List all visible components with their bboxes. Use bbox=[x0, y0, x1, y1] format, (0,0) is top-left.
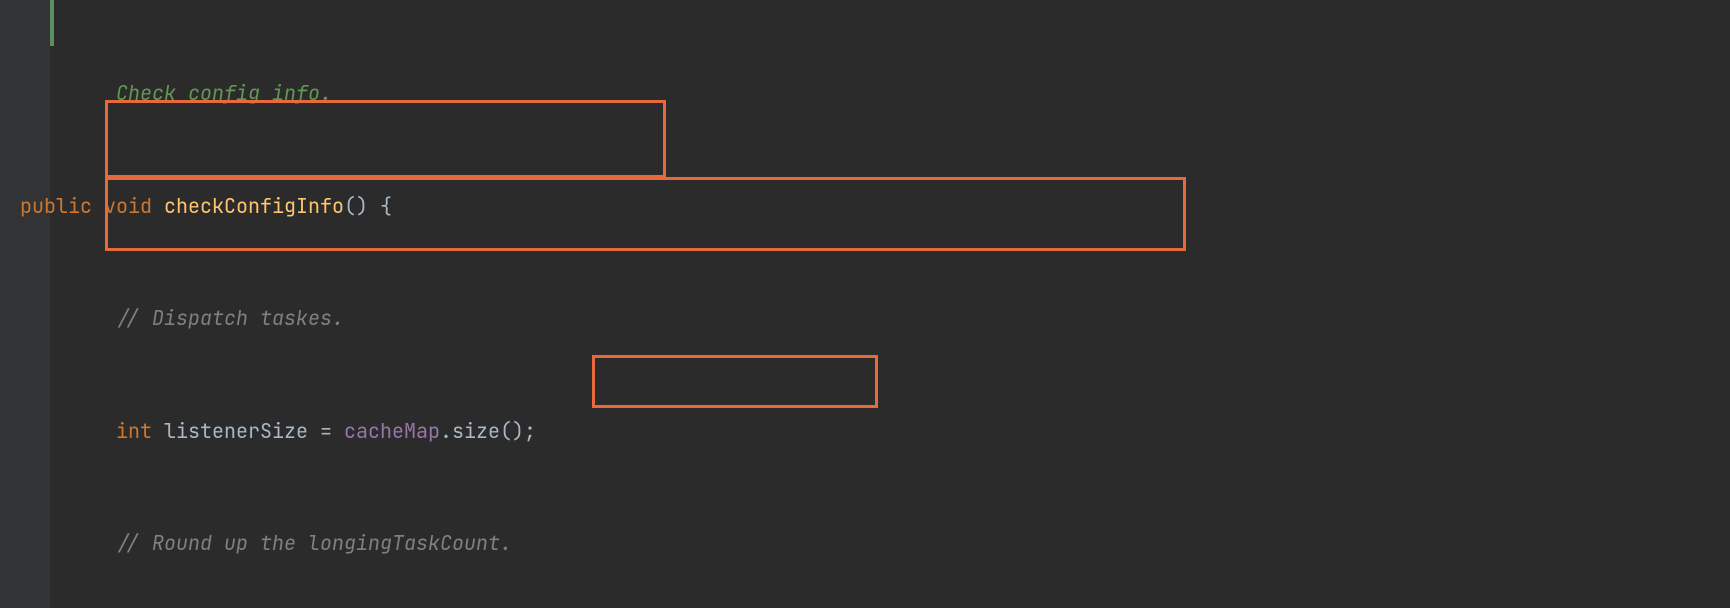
keyword-void: void bbox=[104, 193, 152, 219]
code-line: // Dispatch taskes. bbox=[20, 300, 1172, 338]
code-line: int listenerSize = cacheMap.size(); bbox=[20, 413, 1172, 451]
doc-comment: Check config info. bbox=[116, 80, 332, 106]
comment: // Dispatch taskes. bbox=[116, 305, 344, 331]
method-name: checkConfigInfo bbox=[164, 193, 344, 219]
var-listenerSize: listenerSize bbox=[164, 418, 308, 444]
code-line: public void checkConfigInfo() { bbox=[20, 188, 1172, 226]
code-area[interactable]: Check config info. public void checkConf… bbox=[20, 0, 1172, 608]
keyword-int: int bbox=[116, 418, 152, 444]
code-line: Check config info. bbox=[20, 75, 1172, 113]
comment: // Round up the longingTaskCount. bbox=[116, 530, 512, 556]
code-line: // Round up the longingTaskCount. bbox=[20, 525, 1172, 563]
call-size: size bbox=[452, 418, 500, 444]
keyword-public: public bbox=[20, 193, 92, 219]
code-editor[interactable]: Check config info. public void checkConf… bbox=[0, 0, 1730, 608]
field-cacheMap: cacheMap bbox=[344, 418, 440, 444]
